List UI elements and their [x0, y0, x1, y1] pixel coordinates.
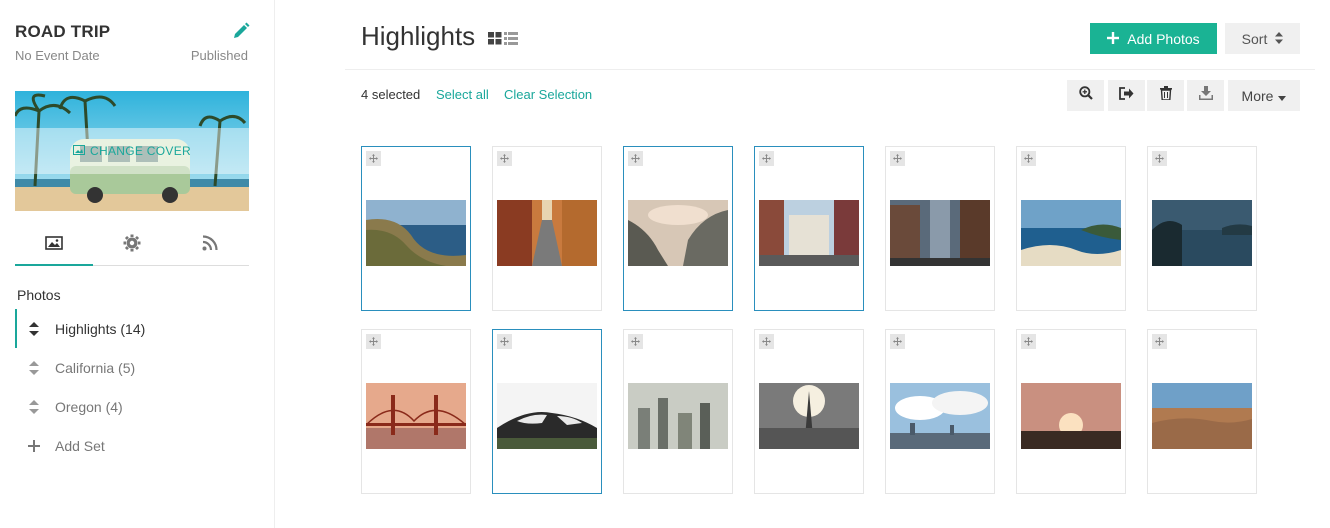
download-button[interactable] [1187, 80, 1224, 111]
move-out-icon [1119, 86, 1134, 105]
drag-handle-icon[interactable] [366, 151, 381, 166]
photo-card[interactable] [1147, 146, 1257, 311]
photo-thumbnail[interactable] [759, 383, 859, 449]
photo-thumbnail[interactable] [759, 200, 859, 266]
sort-arrows-icon [1275, 31, 1284, 47]
photo-thumbnail[interactable] [497, 200, 597, 266]
sidebar-tabs [15, 225, 249, 266]
drag-handle-icon[interactable] [628, 151, 643, 166]
zoom-button[interactable] [1067, 80, 1104, 111]
set-item-california[interactable]: California (5) [15, 348, 255, 387]
drag-handle-icon[interactable] [1152, 334, 1167, 349]
photo-card[interactable] [1016, 146, 1126, 311]
plus-icon [26, 438, 42, 454]
set-label: Highlights (14) [55, 320, 146, 337]
drag-handle-icon[interactable] [497, 334, 512, 349]
rss-icon [202, 234, 218, 256]
photo-thumbnail[interactable] [1021, 383, 1121, 449]
photo-thumbnail[interactable] [366, 383, 466, 449]
event-title: ROAD TRIP [15, 22, 111, 41]
sidebar: ROAD TRIP No Event Date Published CHANGE… [0, 0, 275, 528]
add-photos-button[interactable]: Add Photos [1090, 23, 1217, 54]
select-all-link[interactable]: Select all [436, 87, 489, 102]
photo-thumbnail[interactable] [890, 200, 990, 266]
drag-handle-icon[interactable] [759, 151, 774, 166]
photo-thumbnail[interactable] [1021, 200, 1121, 266]
photo-card[interactable] [754, 329, 864, 494]
more-dropdown[interactable]: More [1228, 80, 1300, 111]
photo-thumbnail[interactable] [366, 200, 466, 266]
caret-down-icon [1278, 88, 1287, 104]
change-cover-overlay[interactable]: CHANGE COVER [15, 128, 249, 174]
image-icon [73, 144, 86, 158]
sort-arrows-icon[interactable] [26, 321, 42, 337]
page-title: Highlights [361, 21, 476, 51]
add-set-label: Add Set [55, 437, 105, 454]
photo-thumbnail[interactable] [1152, 383, 1252, 449]
trash-icon [1159, 86, 1172, 105]
sort-button[interactable]: Sort [1225, 23, 1300, 54]
add-photos-label: Add Photos [1127, 30, 1200, 47]
clear-selection-link[interactable]: Clear Selection [504, 87, 592, 102]
photo-card[interactable] [885, 329, 995, 494]
drag-handle-icon[interactable] [1152, 151, 1167, 166]
photo-card[interactable] [361, 329, 471, 494]
drag-handle-icon[interactable] [497, 151, 512, 166]
header-divider [345, 69, 1315, 70]
more-label: More [1241, 87, 1274, 104]
zoom-in-icon [1078, 86, 1093, 105]
drag-handle-icon[interactable] [890, 334, 905, 349]
sort-label: Sort [1241, 30, 1268, 47]
gear-icon [123, 234, 141, 257]
event-date: No Event Date [15, 48, 100, 63]
status-badge: Published [190, 48, 248, 63]
drag-handle-icon[interactable] [1021, 334, 1036, 349]
drag-handle-icon[interactable] [1021, 151, 1036, 166]
photo-card[interactable] [754, 146, 864, 311]
sort-arrows-icon[interactable] [26, 399, 42, 415]
cover-image[interactable]: CHANGE COVER [15, 91, 249, 211]
photo-card[interactable] [492, 146, 602, 311]
drag-handle-icon[interactable] [890, 151, 905, 166]
drag-handle-icon[interactable] [366, 334, 381, 349]
photo-thumbnail[interactable] [1152, 200, 1252, 266]
change-cover-label: CHANGE COVER [90, 144, 191, 158]
photo-thumbnail[interactable] [628, 200, 728, 266]
pencil-icon[interactable] [231, 21, 251, 41]
move-button[interactable] [1108, 80, 1145, 111]
list-view-icon[interactable] [504, 32, 518, 45]
tab-feed[interactable] [171, 225, 249, 265]
photo-card[interactable] [623, 146, 733, 311]
photo-card[interactable] [492, 329, 602, 494]
view-toggle [488, 32, 518, 45]
tab-settings[interactable] [93, 225, 171, 265]
set-list: Highlights (14) California (5) Oregon (4… [15, 309, 255, 465]
photo-thumbnail[interactable] [497, 383, 597, 449]
selected-count: 4 selected [361, 87, 421, 102]
photo-thumbnail[interactable] [628, 383, 728, 449]
tab-photos[interactable] [15, 225, 93, 266]
photo-card[interactable] [623, 329, 733, 494]
set-label: Oregon (4) [55, 398, 123, 415]
set-item-oregon[interactable]: Oregon (4) [15, 387, 255, 426]
set-item-highlights[interactable]: Highlights (14) [15, 309, 255, 348]
photo-card[interactable] [1147, 329, 1257, 494]
photo-card[interactable] [885, 146, 995, 311]
grid-view-icon[interactable] [488, 32, 502, 45]
sort-arrows-icon[interactable] [26, 360, 42, 376]
photo-card[interactable] [1016, 329, 1126, 494]
plus-icon [1107, 31, 1120, 47]
image-icon [45, 235, 63, 255]
photo-thumbnail[interactable] [890, 383, 990, 449]
photo-card[interactable] [361, 146, 471, 311]
set-label: California (5) [55, 359, 136, 376]
photos-heading: Photos [17, 287, 61, 303]
drag-handle-icon[interactable] [759, 334, 774, 349]
drag-handle-icon[interactable] [628, 334, 643, 349]
download-icon [1198, 86, 1213, 105]
delete-button[interactable] [1147, 80, 1184, 111]
add-set-button[interactable]: Add Set [15, 426, 255, 465]
